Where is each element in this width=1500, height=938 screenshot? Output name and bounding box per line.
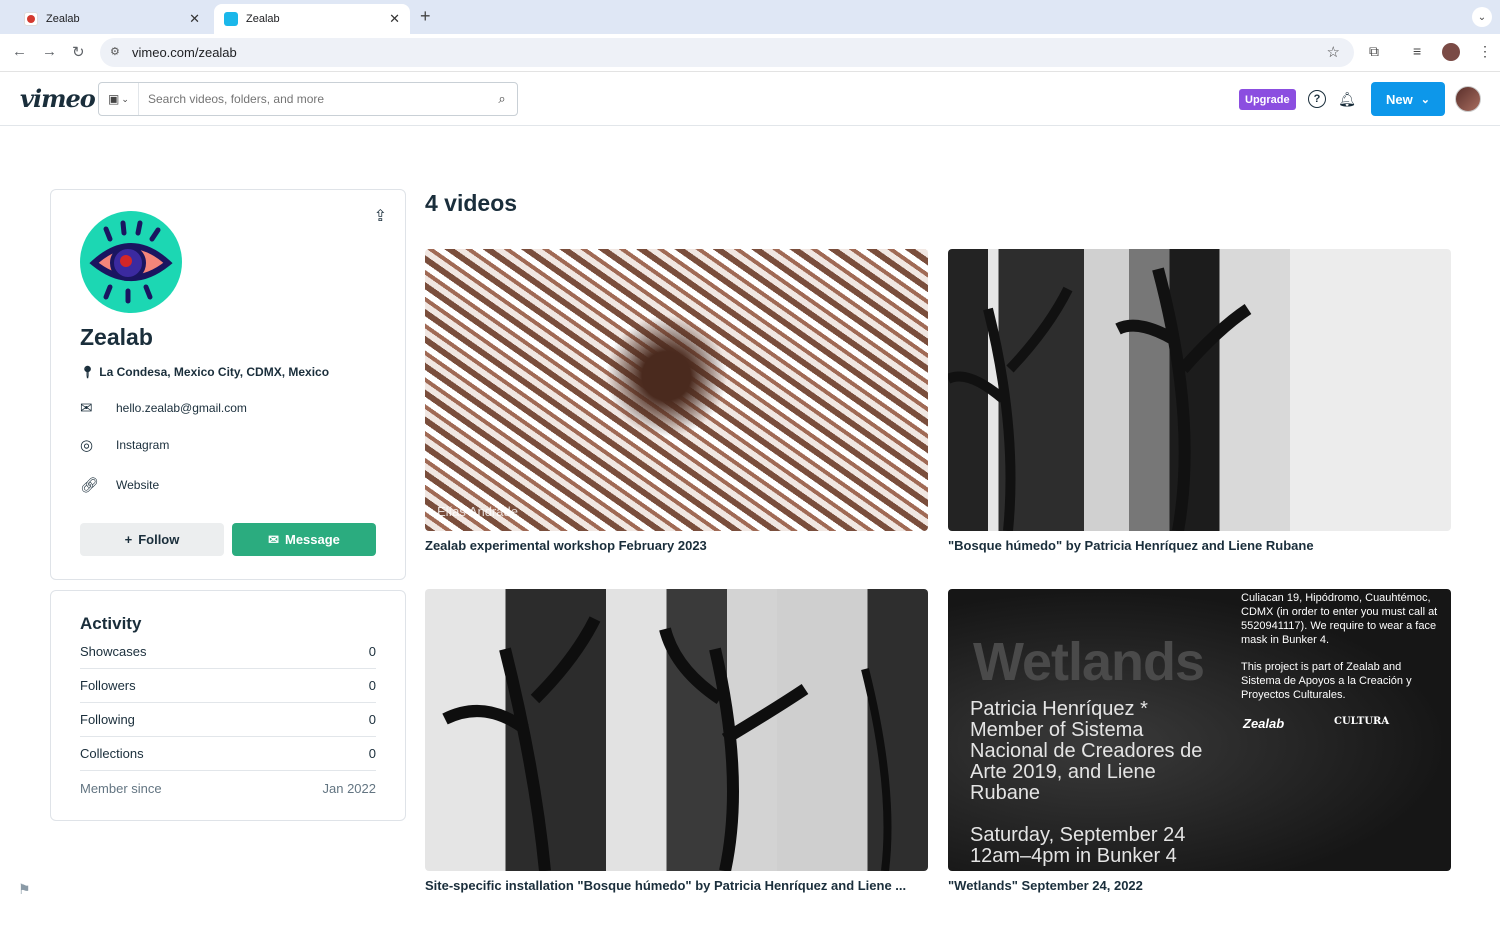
activity-label: Following	[80, 712, 135, 727]
search-scope-dropdown[interactable]: ▣ ⌄	[99, 83, 139, 115]
share-icon[interactable]: ⇪	[374, 206, 387, 226]
wetlands-artists: Patricia Henríquez * Member of Sistema N…	[970, 698, 1203, 804]
profile-avatar	[80, 211, 182, 313]
tree-shapes-decoration	[442, 616, 892, 871]
activity-title: Activity	[80, 614, 142, 633]
location-pin-icon: 📍︎	[80, 365, 96, 379]
activity-row-member-since: Member since Jan 2022	[80, 771, 376, 805]
activity-value: Jan 2022	[322, 780, 377, 796]
reload-icon[interactable]: ↻	[72, 43, 85, 61]
activity-label: Member since	[80, 780, 162, 796]
notifications-bell-icon[interactable]: 🔔︎	[1338, 90, 1356, 108]
instagram-icon: ◎	[80, 437, 94, 454]
activity-row-showcases[interactable]: Showcases 0	[80, 635, 376, 669]
message-label: Message	[284, 532, 340, 547]
website-row[interactable]: 🔗︎ Website	[80, 476, 159, 494]
forward-arrow-icon[interactable]: →	[42, 43, 57, 60]
profile-card: ⇪ Zealab 📍︎ La Condesa, Mexico City, CDM…	[50, 189, 406, 580]
video-thumbnail-4[interactable]: Wetlands Patricia Henríquez * Member of …	[948, 589, 1451, 871]
video-title-1[interactable]: Zealab experimental workshop February 20…	[425, 538, 928, 553]
site-header: vimeo ▣⌄ ⌕ Upgrade ? 🔔︎ New ⌄	[0, 72, 1500, 126]
follow-button[interactable]: + Follow	[80, 523, 224, 556]
browser-menu-icon[interactable]: ⋮	[1478, 43, 1492, 60]
activity-row-collections[interactable]: Collections 0	[80, 737, 376, 771]
upgrade-button[interactable]: Upgrade	[1239, 89, 1296, 110]
address-bar[interactable]: ⚙ vimeo.com/zealab ☆	[100, 38, 1354, 67]
browser-profile-avatar[interactable]	[1442, 43, 1460, 61]
user-avatar[interactable]	[1455, 86, 1481, 112]
report-flag-icon[interactable]: ⚑	[18, 881, 31, 898]
bookmark-star-icon[interactable]: ☆	[1327, 43, 1340, 61]
message-button[interactable]: ✉ Message	[232, 523, 376, 556]
site-settings-icon[interactable]: ⚙	[110, 45, 120, 58]
video-title-4[interactable]: "Wetlands" September 24, 2022	[948, 878, 1451, 893]
browser-toolbar: ← → ↻ ⚙ vimeo.com/zealab ☆ ⧉ ≡ ⋮	[0, 34, 1500, 72]
email-row[interactable]: ✉ hello.zealab@gmail.com	[80, 399, 247, 417]
wetlands-date: Saturday, September 24 12am–4pm in Bunke…	[970, 824, 1186, 867]
activity-value: 0	[368, 712, 376, 727]
activity-label: Collections	[80, 746, 144, 761]
instagram-link[interactable]: Instagram	[116, 438, 169, 452]
wetlands-address: Culiacan 19, Hipódromo, Cuauhtémoc, CDMX…	[1241, 592, 1438, 646]
instagram-row[interactable]: ◎ Instagram	[80, 436, 169, 454]
tab-favicon-icon	[24, 12, 38, 26]
browser-tab-1[interactable]: Zealab ✕	[14, 4, 210, 34]
activity-label: Showcases	[80, 644, 147, 659]
activity-label: Followers	[80, 678, 136, 693]
activity-row-following[interactable]: Following 0	[80, 703, 376, 737]
video-thumbnail-3[interactable]	[425, 589, 928, 871]
activity-value: 0	[368, 678, 376, 693]
back-arrow-icon[interactable]: ←	[12, 43, 27, 60]
search-box: ▣⌄ ⌕	[98, 82, 518, 116]
new-button[interactable]: New ⌄	[1371, 82, 1445, 116]
follow-label: Follow	[138, 532, 180, 547]
media-controls-icon[interactable]: ≡	[1413, 43, 1421, 59]
tab-title: Zealab	[246, 13, 280, 25]
video-title-3[interactable]: Site-specific installation "Bosque húmed…	[425, 878, 925, 893]
wetlands-big-title: Wetlands	[973, 632, 1205, 692]
activity-value: 0	[368, 746, 376, 761]
video-title-2[interactable]: "Bosque húmedo" by Patricia Henríquez an…	[948, 538, 1451, 553]
video-icon: ▣	[108, 92, 120, 106]
zealab-logo: Zealab	[1243, 716, 1285, 731]
location-text: La Condesa, Mexico City, CDMX, Mexico	[99, 365, 330, 379]
new-button-label: New	[1386, 91, 1413, 107]
url-text: vimeo.com/zealab	[132, 45, 237, 60]
browser-tab-2[interactable]: Zealab ✕	[214, 4, 410, 34]
close-tab-icon[interactable]: ✕	[189, 11, 200, 27]
thumbnail-watermark: Elías Andrade	[437, 504, 518, 519]
profile-location: 📍︎ La Condesa, Mexico City, CDMX, Mexico	[80, 365, 329, 379]
tab-title: Zealab	[46, 13, 80, 25]
search-input[interactable]	[139, 92, 487, 106]
wetlands-project-note: This project is part of Zealab and Siste…	[1241, 661, 1412, 701]
video-thumbnail-1[interactable]: Elías Andrade	[425, 249, 928, 531]
extensions-icon[interactable]: ⧉	[1369, 43, 1379, 60]
new-tab-icon[interactable]: +	[420, 6, 431, 27]
chevron-down-icon: ⌄	[121, 93, 129, 104]
vimeo-logo[interactable]: vimeo	[20, 84, 96, 113]
mail-icon: ✉	[268, 531, 279, 547]
profile-name: Zealab	[80, 324, 153, 350]
search-icon[interactable]: ⌕	[487, 91, 517, 107]
help-icon[interactable]: ?	[1308, 90, 1326, 108]
tree-shapes-decoration	[948, 267, 1252, 531]
plus-icon: +	[124, 532, 133, 547]
vimeo-favicon-icon	[224, 12, 238, 26]
video-thumbnail-2[interactable]	[948, 249, 1451, 531]
videos-count-title: 4 videos	[425, 190, 518, 216]
mail-icon: ✉	[80, 400, 93, 417]
link-icon: 🔗︎	[80, 477, 100, 494]
chevron-down-icon: ⌄	[1420, 93, 1430, 106]
browser-tab-bar: Zealab ✕ Zealab ✕ + ⌄	[0, 0, 1500, 34]
tab-search-chevron-icon[interactable]: ⌄	[1472, 7, 1492, 27]
eye-logo-icon	[89, 220, 173, 304]
website-link[interactable]: Website	[116, 478, 159, 492]
activity-row-followers[interactable]: Followers 0	[80, 669, 376, 703]
activity-value: 0	[368, 644, 376, 659]
email-text[interactable]: hello.zealab@gmail.com	[116, 401, 247, 415]
activity-card: Activity Showcases 0 Followers 0 Followi…	[50, 590, 406, 821]
close-tab-icon[interactable]: ✕	[389, 11, 400, 27]
cultura-logo: CULTURA	[1334, 716, 1390, 727]
